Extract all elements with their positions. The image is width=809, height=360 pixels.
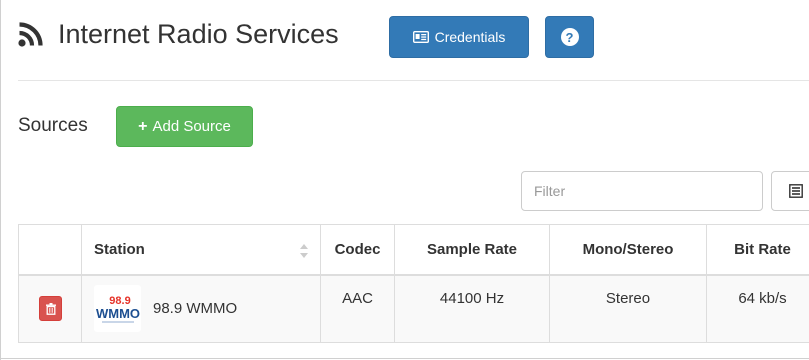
mono-stereo-cell: Stereo	[549, 274, 707, 343]
window-border-left	[0, 0, 1, 360]
id-card-icon	[412, 31, 429, 43]
column-header-bit-rate[interactable]: Bit Rate	[706, 224, 809, 276]
delete-source-button[interactable]	[39, 296, 62, 322]
svg-text:WMMO: WMMO	[96, 306, 140, 321]
sources-heading: Sources	[18, 115, 88, 136]
filter-input[interactable]	[521, 171, 763, 211]
table-header-row: Station Codec Sample Rate Mono/Stereo Bi…	[18, 224, 809, 276]
question-circle-icon: ?	[560, 28, 579, 46]
station-logo: 98.9 WMMO	[94, 285, 141, 333]
rss-icon	[18, 22, 43, 47]
codec-cell: AAC	[320, 274, 395, 343]
page-header: Internet Radio Services	[18, 14, 339, 54]
add-source-label: Add Source	[152, 118, 231, 135]
add-source-button[interactable]: + Add Source	[116, 106, 253, 147]
trash-icon	[45, 302, 56, 315]
station-name: 98.9 WMMO	[153, 300, 238, 318]
column-header-label: Station	[94, 241, 145, 258]
sources-table: Station Codec Sample Rate Mono/Stereo Bi…	[18, 224, 809, 343]
plus-icon: +	[138, 117, 148, 135]
columns-list-icon	[789, 184, 803, 198]
station-cell: 98.9 WMMO 98.9 WMMO	[81, 274, 321, 343]
columns-toggle-button[interactable]	[771, 171, 809, 211]
header-divider	[18, 80, 809, 81]
column-header-codec[interactable]: Codec	[320, 224, 395, 276]
column-header-mono-stereo[interactable]: Mono/Stereo	[549, 224, 707, 276]
credentials-label: Credentials	[434, 29, 506, 45]
column-header-sample-rate[interactable]: Sample Rate	[394, 224, 550, 276]
bit-rate-cell: 64 kb/s	[706, 274, 809, 343]
page-title: Internet Radio Services	[58, 18, 339, 49]
sample-rate-cell: 44100 Hz	[394, 274, 550, 343]
column-header-station[interactable]: Station	[81, 224, 321, 276]
column-header-actions	[18, 224, 82, 276]
row-actions-cell	[18, 274, 82, 343]
sort-icon	[300, 244, 308, 258]
table-row[interactable]: 98.9 WMMO 98.9 WMMO AAC 44100 Hz Stereo …	[18, 274, 809, 343]
help-button[interactable]: ?	[545, 16, 594, 58]
credentials-button[interactable]: Credentials	[389, 16, 529, 58]
window-border-bottom	[0, 358, 809, 359]
